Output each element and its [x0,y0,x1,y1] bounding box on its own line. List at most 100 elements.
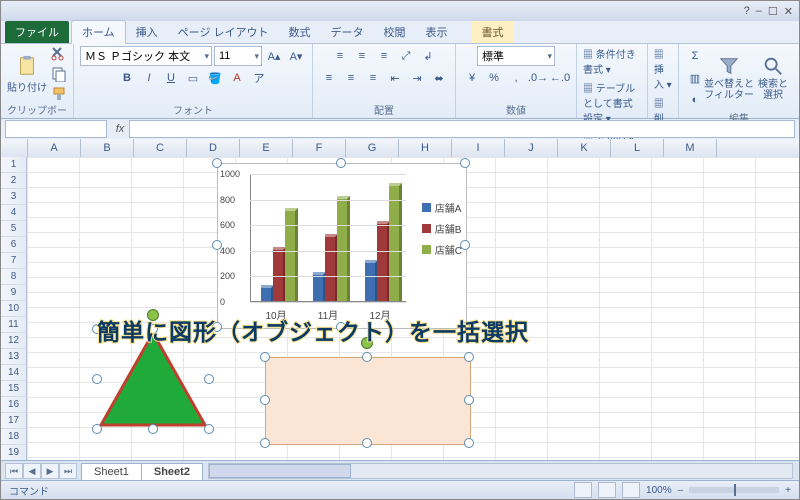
zoom-slider[interactable] [689,487,779,493]
column-header[interactable]: J [505,139,558,157]
embedded-chart[interactable]: 店舗A店舗B店舗C 0200400600800100010月11月12月 [217,163,467,329]
selection-handle[interactable] [148,424,158,434]
row-header[interactable]: 8 [1,269,27,285]
font-size-select[interactable]: 11 [214,46,262,66]
column-header[interactable]: H [399,139,452,157]
align-left-button[interactable]: ≡ [319,68,339,88]
align-right-button[interactable]: ≡ [363,68,383,88]
clear-button[interactable]: ◐ [685,90,705,110]
tab-挿入[interactable]: 挿入 [126,21,168,43]
selection-handle[interactable] [212,158,222,168]
column-header[interactable]: M [664,139,717,157]
format-as-table-button[interactable]: ▦ テーブルとして書式設定 ▾ [583,80,641,125]
page-break-view-button[interactable] [622,482,640,498]
column-header[interactable]: D [187,139,240,157]
selection-handle[interactable] [362,438,372,448]
zoom-out-button[interactable]: – [678,485,684,496]
align-bottom-button[interactable]: ≡ [374,46,394,66]
row-header[interactable]: 18 [1,429,27,445]
percent-button[interactable]: % [484,68,504,88]
selection-handle[interactable] [204,424,214,434]
selection-handle[interactable] [460,240,470,250]
row-header[interactable]: 9 [1,285,27,301]
selection-handle[interactable] [464,395,474,405]
column-header[interactable]: E [240,139,293,157]
rectangle-shape[interactable] [265,357,471,445]
border-button[interactable]: ▭ [183,68,203,88]
maximize-icon[interactable]: ☐ [768,5,778,18]
tab-format-context[interactable]: 書式 [472,21,514,43]
column-headers[interactable]: ABCDEFGHIJKLM [1,139,799,158]
row-header[interactable]: 4 [1,205,27,221]
row-header[interactable]: 16 [1,397,27,413]
wrap-text-button[interactable]: ↲ [418,46,438,66]
selection-handle[interactable] [362,352,372,362]
row-header[interactable]: 12 [1,333,27,349]
selection-handle[interactable] [204,374,214,384]
selection-handle[interactable] [212,240,222,250]
number-format-select[interactable]: 標準 [477,46,555,66]
tab-校閲[interactable]: 校閲 [374,21,416,43]
column-header[interactable]: F [293,139,346,157]
selection-handle[interactable] [260,395,270,405]
autosum-button[interactable]: Σ [685,46,705,66]
align-top-button[interactable]: ≡ [330,46,350,66]
selection-handle[interactable] [260,352,270,362]
sort-filter-button[interactable]: 並べ替えと フィルター [709,50,749,106]
column-header[interactable]: G [346,139,399,157]
sheet-nav[interactable]: ⏮◀▶⏭ [5,463,77,479]
format-painter-icon[interactable] [51,86,67,102]
zoom-in-button[interactable]: + [785,485,791,496]
column-header[interactable]: K [558,139,611,157]
formula-input[interactable] [129,120,795,138]
close-icon[interactable]: ✕ [784,5,793,18]
copy-icon[interactable] [51,66,67,82]
tab-file[interactable]: ファイル [5,21,69,43]
row-headers[interactable]: 123456789101112131415161718192021222324 [1,157,27,461]
tab-データ[interactable]: データ [321,21,374,43]
sheet-tab[interactable]: Sheet1 [81,463,142,480]
tab-ページ レイアウト[interactable]: ページ レイアウト [168,21,279,43]
worksheet-area[interactable]: ABCDEFGHIJKLM 12345678910111213141516171… [1,139,799,461]
column-header[interactable]: L [611,139,664,157]
font-name-select[interactable]: ＭＳ Ｐゴシック 本文 [80,46,212,66]
normal-view-button[interactable] [574,482,592,498]
column-header[interactable]: A [28,139,81,157]
merge-button[interactable]: ⬌ [429,68,449,88]
currency-button[interactable]: ¥ [462,68,482,88]
selection-handle[interactable] [464,352,474,362]
row-header[interactable]: 1 [1,157,27,173]
orientation-button[interactable]: ⤢ [396,46,416,66]
selection-handle[interactable] [92,424,102,434]
font-color-button[interactable]: A [227,68,247,88]
align-middle-button[interactable]: ≡ [352,46,372,66]
select-all-corner[interactable] [1,139,28,157]
selection-handle[interactable] [464,438,474,448]
column-header[interactable]: I [452,139,505,157]
indent-inc-button[interactable]: ⇥ [407,68,427,88]
fx-icon[interactable]: fx [111,123,129,135]
selection-handle[interactable] [92,374,102,384]
comma-button[interactable]: , [506,68,526,88]
dec-decimal-button[interactable]: ←.0 [550,68,570,88]
selection-handle[interactable] [336,158,346,168]
paste-button[interactable]: 貼り付け [7,46,47,102]
conditional-format-button[interactable]: ▦ 条件付き書式 ▾ [583,46,641,76]
horizontal-scrollbar[interactable] [208,463,793,479]
tab-ホーム[interactable]: ホーム [71,20,126,44]
name-box[interactable] [5,120,107,138]
tab-表示[interactable]: 表示 [416,21,458,43]
underline-button[interactable]: U [161,68,181,88]
row-header[interactable]: 15 [1,381,27,397]
row-header[interactable]: 7 [1,253,27,269]
row-header[interactable]: 11 [1,317,27,333]
find-select-button[interactable]: 検索と 選択 [753,50,793,106]
row-header[interactable]: 10 [1,301,27,317]
page-layout-view-button[interactable] [598,482,616,498]
column-header[interactable]: C [134,139,187,157]
fill-button[interactable]: ▥ [685,68,705,88]
shrink-font-button[interactable]: A▾ [286,46,306,66]
insert-cells-button[interactable]: ▦ 挿入 ▾ [654,46,672,91]
minimize-icon[interactable]: – [756,5,762,17]
tab-数式[interactable]: 数式 [279,21,321,43]
